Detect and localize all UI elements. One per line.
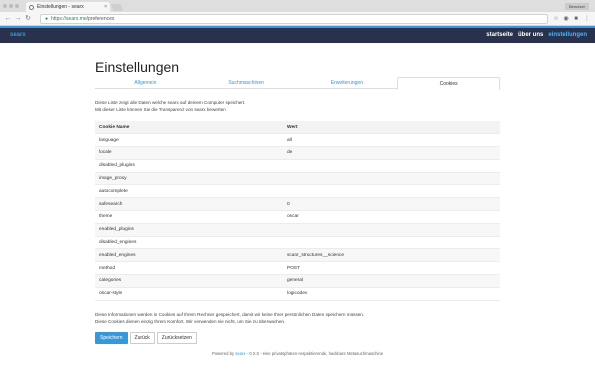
cookie-value-cell: general <box>283 274 500 288</box>
powered-by-suffix: - 0.X.0 - eine privatsphären-respektiere… <box>245 351 384 356</box>
cookie-value-cell <box>283 236 500 250</box>
cookie-value-cell <box>283 184 500 199</box>
cookie-value-cell: POST <box>283 261 500 276</box>
cookie-name-cell: enabled_engines <box>95 248 283 263</box>
brand-logo[interactable]: searx <box>10 32 26 38</box>
nav-link-ueber-uns[interactable]: über uns <box>518 32 543 38</box>
reset-button[interactable]: Zurücksetzen <box>156 332 197 344</box>
address-bar[interactable]: ● https://searx.me/preferences <box>40 14 548 24</box>
cookie-name-cell: method <box>95 261 283 276</box>
column-header-cookie-name: Cookie Name <box>95 121 283 135</box>
table-row: disabled_plugins <box>95 159 500 173</box>
cookie-name-cell: disabled_engines <box>95 236 283 250</box>
tab-suchmaschinen[interactable]: Suchmaschinen <box>196 77 297 88</box>
tab-title: Einstellungen - searx <box>37 4 84 10</box>
window-controls[interactable] <box>3 4 19 8</box>
cookies-table: Cookie Name Wert language all locale de disa… <box>95 121 500 301</box>
table-row: oscar-style logicodev <box>95 287 500 301</box>
cookies-footnote: Diese Informationen werden in Cookies au… <box>95 311 364 325</box>
cookie-value-cell: oscar <box>283 210 500 224</box>
table-row: method POST <box>95 261 500 276</box>
forward-arrow-icon[interactable]: → <box>14 15 22 23</box>
lock-icon: ● <box>45 16 49 22</box>
tab-erweiterungen[interactable]: Erweiterungen <box>297 77 398 88</box>
url-path: /preferences <box>86 16 115 22</box>
cookie-value-cell <box>283 223 500 237</box>
tab-cookies[interactable]: Cookies <box>397 77 500 90</box>
cookie-name-cell: oscar-style <box>95 287 283 301</box>
browser-tab[interactable]: Einstellungen - searx × <box>26 2 110 12</box>
table-row: locale de <box>95 146 500 160</box>
cookie-name-cell: language <box>95 133 283 148</box>
profile-button[interactable]: Benutzer <box>564 3 589 10</box>
intro-line: Diese Liste zeigt alle Daten welche sear… <box>95 100 246 105</box>
table-header-row: Cookie Name Wert <box>95 121 500 135</box>
cookie-value-cell: all <box>283 133 500 148</box>
globe-icon <box>29 4 34 10</box>
table-row: categories general <box>95 274 500 288</box>
cookie-name-cell: theme <box>95 210 283 224</box>
cookie-name-cell: enabled_plugins <box>95 223 283 237</box>
reload-icon[interactable]: ↻ <box>24 15 32 23</box>
nav-link-einstellungen[interactable]: einstellungen <box>548 32 587 38</box>
table-row: enabled_plugins <box>95 223 500 237</box>
back-button[interactable]: Zurück <box>129 332 155 344</box>
cookie-value-cell: 0 <box>283 197 500 212</box>
nav-links: startseite über uns einstellungen <box>486 32 587 38</box>
cookie-value-cell: scanr_structures__science <box>283 248 500 263</box>
menu-icon[interactable]: ⋮ <box>583 15 591 23</box>
star-icon[interactable]: ☆ <box>552 15 560 23</box>
table-row: enabled_engines scanr_structures__science <box>95 248 500 263</box>
preferences-tabs: Allgemein Suchmaschinen Erweiterungen Co… <box>95 77 500 90</box>
table-row: image_proxy <box>95 172 500 186</box>
footnote-line: Diese Informationen werden in Cookies au… <box>95 312 365 317</box>
cookie-name-cell: disabled_plugins <box>95 159 283 173</box>
cookies-intro: Diese Liste zeigt alle Daten welche sear… <box>95 99 245 113</box>
browser-toolbar: ← → ↻ ● https://searx.me/preferences ☆ ◉… <box>0 12 595 26</box>
cookie-value-cell <box>283 172 500 186</box>
table-row: safesearch 0 <box>95 197 500 212</box>
back-arrow-icon[interactable]: ← <box>4 15 12 23</box>
table-row: language all <box>95 133 500 148</box>
column-header-value: Wert <box>283 121 500 135</box>
cookie-name-cell: autocomplete <box>95 184 283 199</box>
browser-tab-strip: Einstellungen - searx × Benutzer <box>0 0 595 12</box>
cookie-name-cell: safesearch <box>95 197 283 212</box>
cookie-value-cell <box>283 159 500 173</box>
tab-allgemein[interactable]: Allgemein <box>95 77 196 88</box>
cookie-value-cell: de <box>283 146 500 160</box>
new-tab-button[interactable] <box>110 4 124 11</box>
cookie-name-cell: locale <box>95 146 283 160</box>
close-icon[interactable]: × <box>104 4 107 10</box>
extension-icon[interactable]: ◉ <box>562 15 570 23</box>
url-host: https://searx.me <box>51 16 87 22</box>
save-button[interactable]: Speichern <box>95 332 128 344</box>
table-row: autocomplete <box>95 184 500 199</box>
form-buttons: Speichern Zurück Zurücksetzen <box>95 332 197 344</box>
table-row: disabled_engines <box>95 236 500 250</box>
cookie-name-cell: image_proxy <box>95 172 283 186</box>
cookie-name-cell: categories <box>95 274 283 288</box>
footer: Powered by searx - 0.X.0 - eine privatsp… <box>0 351 595 356</box>
searx-link[interactable]: searx <box>235 351 245 356</box>
intro-line: Mit dieser Liste können Sie die Transpar… <box>95 107 226 112</box>
site-navbar: searx startseite über uns einstellungen <box>0 26 595 43</box>
shield-icon[interactable]: ■ <box>572 15 580 23</box>
nav-link-startseite[interactable]: startseite <box>486 32 513 38</box>
table-row: theme oscar <box>95 210 500 224</box>
cookie-value-cell: logicodev <box>283 287 500 301</box>
powered-by-text: Powered by <box>211 351 235 356</box>
page-title: Einstellungen <box>95 59 180 75</box>
footnote-line: Diese Cookies dienen einzig Ihrem Komfor… <box>95 319 286 324</box>
